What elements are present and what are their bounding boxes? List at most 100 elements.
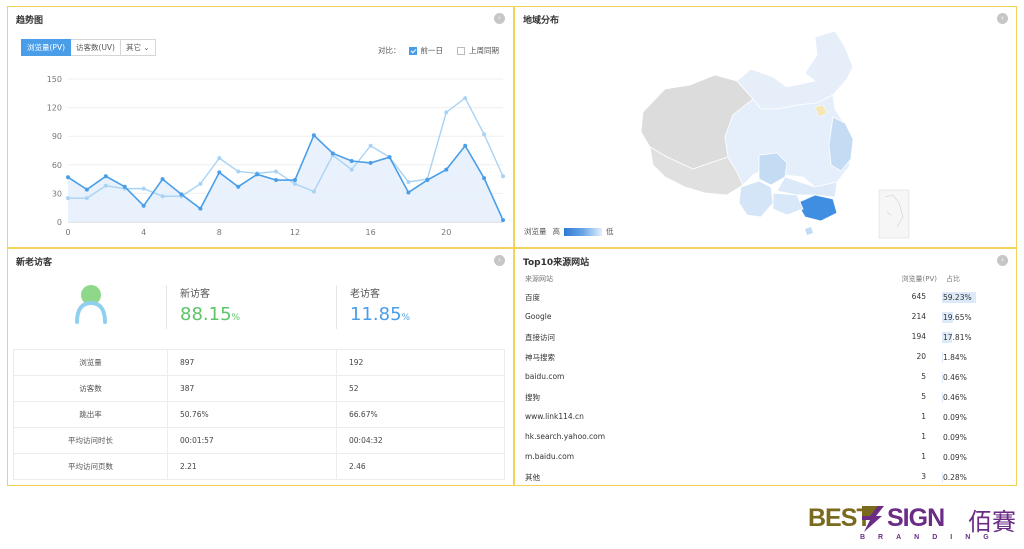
point-compare [311,189,316,194]
point-today [236,184,241,189]
source-pv: 1 [921,432,926,441]
visitors-table: 浏览量 897 192 访客数 387 52 跳出率 50.76% 66.67% 平均访问时… [13,349,505,480]
logo-chinese-text: 佰賽 [968,508,1016,536]
list-item: 直接访问 194 17.81% [523,328,1006,348]
pct-value: 0.09% [943,433,967,442]
source-pct: 1.84% [942,352,976,363]
pct-value: 0.46% [943,373,967,382]
visitors-divider [336,285,337,329]
source-site: Google [525,312,552,321]
logo-s-mark [862,506,884,532]
point-today [274,178,279,183]
old-visitor-cell: 66.67% [336,401,505,428]
point-today [463,143,468,148]
point-today [66,175,70,180]
source-pct: 19.65% [942,312,976,323]
source-pct: 59.23% [942,292,976,303]
source-pv: 5 [921,372,926,381]
new-visitor-unit: % [231,313,241,323]
new-visitor-cell: 50.76% [167,401,337,428]
source-pct: 17.81% [942,332,976,343]
visitors-divider [166,285,167,329]
source-pct: 0.46% [942,392,976,403]
pct-value: 1.84% [943,353,967,362]
visitors-panel: 新老访客 › 新访客 88.15% 老访客 11.85% 浏览量 897 192 访… [7,248,514,486]
legend-low: 低 [606,227,614,236]
old-visitor-label: 老访客 [350,289,380,300]
old-visitor-stat: 老访客 11.85% [350,285,410,325]
source-pv: 214 [911,312,926,321]
map-panel: 地域分布 › 浏览量 高 低 [514,6,1017,248]
point-compare [103,183,108,188]
point-today [501,218,505,223]
list-item: 其他 3 0.28% [523,468,1006,488]
y-tick-label: 120 [47,104,62,113]
point-today [141,203,146,208]
map-region-north [736,30,854,110]
source-site: www.link114.cn [525,412,584,421]
row-label: 跳出率 [13,401,168,428]
source-pv: 645 [911,292,926,301]
source-pv: 1 [921,452,926,461]
x-tick-label: 16 [366,228,376,237]
old-visitor-cell: 52 [336,375,505,402]
top10-header: 来源网站 浏览量(PV) 占比 [523,274,1006,286]
point-compare [463,96,468,101]
bestsign-logo: BEST SIGN 佰賽 BRANDING [808,500,1018,545]
top10-more-icon[interactable]: › [997,255,1008,266]
point-compare [444,110,449,115]
new-visitor-label: 新访客 [180,289,210,300]
point-today [255,172,260,177]
legend-gradient [564,227,602,236]
table-row: 浏览量 897 192 [13,349,505,376]
old-visitor-cell: 192 [336,349,505,376]
point-compare [349,167,354,172]
pct-value: 0.09% [943,453,967,462]
row-label: 访客数 [13,375,168,402]
pct-value: 0.46% [943,393,967,402]
source-site: 其他 [525,473,540,482]
x-tick-label: 8 [217,228,222,237]
point-compare [368,143,373,148]
pct-value: 17.81% [943,333,972,342]
point-today [444,167,449,172]
y-tick-label: 60 [52,161,62,170]
source-pv: 5 [921,392,926,401]
visitors-title: 新老访客 [16,258,53,268]
new-visitor-cell: 2.21 [167,453,337,480]
new-visitor-cell: 00:01:57 [167,427,337,454]
source-site: 神马搜索 [525,353,555,362]
col-site: 来源网站 [525,275,553,283]
table-row: 跳出率 50.76% 66.67% [13,401,505,428]
old-visitor-value: 11.85 [350,304,402,325]
point-compare [66,196,70,201]
point-compare [84,196,89,201]
y-tick-label: 90 [52,132,62,141]
point-today [160,177,165,182]
table-row: 访客数 387 52 [13,375,505,402]
source-site: 直接访问 [525,333,555,342]
list-item: 神马搜索 20 1.84% [523,348,1006,368]
point-compare [292,181,297,186]
point-today [84,187,89,192]
old-visitor-cell: 00:04:32 [336,427,505,454]
point-compare [217,156,222,161]
point-today [482,176,487,181]
source-site: baidu.com [525,372,565,381]
source-pv: 3 [921,472,926,481]
pct-value: 0.09% [943,413,967,422]
list-item: hk.search.yahoo.com 1 0.09% [523,428,1006,448]
x-tick-label: 0 [65,228,70,237]
table-row: 平均访问页数 2.21 2.46 [13,453,505,480]
point-compare [406,179,411,184]
user-avatar-icon [75,285,107,324]
list-item: m.baidu.com 1 0.09% [523,448,1006,468]
y-tick-label: 150 [47,75,62,84]
row-label: 平均访问页数 [13,453,168,480]
y-tick-label: 0 [57,218,62,227]
visitors-more-icon[interactable]: › [494,255,505,266]
y-tick-label: 30 [52,189,62,198]
point-today [198,206,203,211]
source-pct: 0.46% [942,372,976,383]
source-site: hk.search.yahoo.com [525,432,606,441]
